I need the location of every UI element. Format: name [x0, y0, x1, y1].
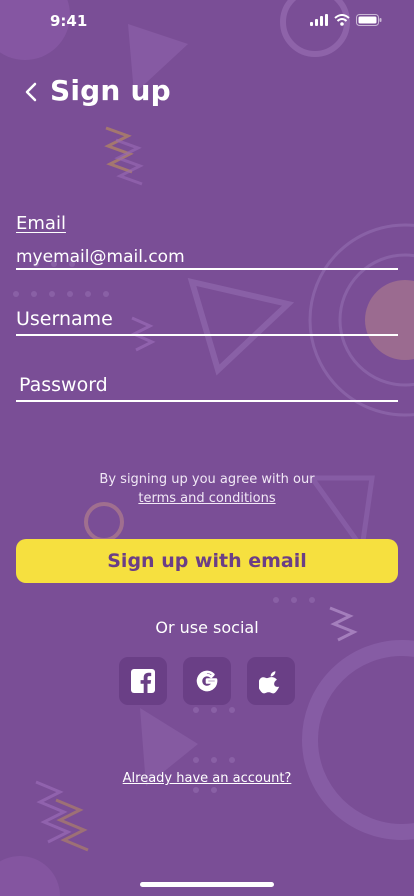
password-underline — [16, 400, 398, 402]
page-title: Sign up — [50, 74, 171, 107]
cellular-signal-icon — [310, 14, 328, 26]
username-underline — [16, 334, 398, 336]
password-field[interactable] — [19, 371, 401, 399]
battery-icon — [356, 14, 382, 26]
social-buttons — [119, 657, 295, 705]
facebook-button[interactable] — [119, 657, 167, 705]
email-field[interactable] — [16, 245, 398, 269]
email-label: Email — [16, 213, 66, 234]
sign-up-with-email-button[interactable]: Sign up with email — [16, 539, 398, 583]
status-icons — [310, 14, 382, 26]
chevron-left-icon — [25, 82, 37, 102]
facebook-icon — [131, 669, 155, 693]
back-button[interactable] — [22, 80, 42, 104]
login-link[interactable]: Already have an account? — [0, 771, 414, 786]
google-button[interactable] — [183, 657, 231, 705]
apple-button[interactable] — [247, 657, 295, 705]
wifi-icon — [334, 14, 350, 26]
apple-icon — [259, 671, 280, 694]
agreement-text: By signing up you agree with our — [99, 472, 315, 487]
status-time: 9:41 — [50, 12, 88, 30]
google-icon — [196, 670, 218, 692]
username-field[interactable] — [16, 305, 398, 333]
email-underline — [16, 268, 398, 270]
social-heading: Or use social — [155, 618, 259, 637]
home-indicator — [140, 882, 274, 887]
background-decoration — [0, 0, 414, 896]
terms-link[interactable]: terms and conditions — [0, 489, 414, 508]
terms-agreement: By signing up you agree with our terms a… — [0, 470, 414, 508]
